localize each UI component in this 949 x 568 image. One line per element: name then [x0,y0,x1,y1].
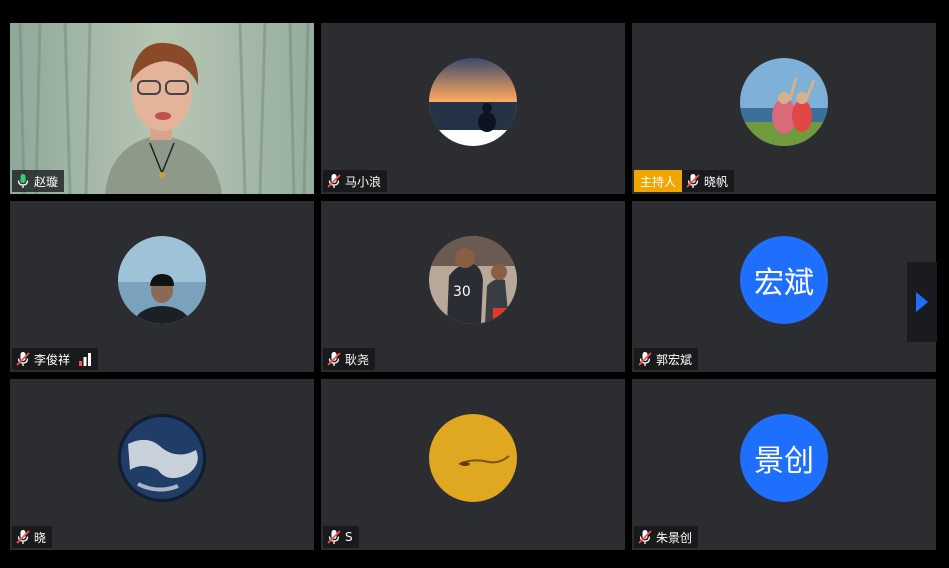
participant-name: 晓帆 [704,174,729,189]
avatar [118,236,206,324]
name-tag: 晓帆 [682,170,735,192]
name-bar: 赵璇 [12,170,65,192]
participant-tile-3[interactable]: 主持人 晓帆 [632,23,936,194]
svg-text:30: 30 [453,284,471,300]
avatar [429,58,517,146]
basketball-photo: 30 [429,236,517,324]
avatar [118,414,206,502]
microphone-muted-icon[interactable] [16,351,30,367]
name-tag: S [323,526,359,548]
name-tag: 郭宏斌 [634,348,699,370]
microphone-icon[interactable] [16,173,30,189]
microphone-muted-icon[interactable] [327,173,341,189]
name-tag: 李俊祥 [12,348,99,370]
participant-tile-8[interactable]: S [321,379,625,550]
name-bar: 晓 [12,526,53,548]
participant-tile-6[interactable]: 宏斌 郭宏斌 [632,201,936,372]
participant-tile-9[interactable]: 景创 朱景创 [632,379,936,550]
name-tag: 朱景创 [634,526,699,548]
microphone-muted-icon[interactable] [327,351,341,367]
microphone-muted-icon[interactable] [686,173,700,189]
earth-photo [118,414,206,502]
chevron-right-icon [916,292,928,312]
microphone-muted-icon[interactable] [638,351,652,367]
avatar: 30 [429,236,517,324]
name-tag: 赵璇 [12,170,65,192]
participant-tile-7[interactable]: 晓 [10,379,314,550]
participant-name: 赵璇 [34,174,59,189]
name-tag: 晓 [12,526,53,548]
sea-back-photo [118,236,206,324]
name-bar: 朱景创 [634,526,699,548]
participant-tile-4[interactable]: 李俊祥 [10,201,314,372]
participant-name: 晓 [34,530,47,545]
avatar-initials: 景创 [740,414,828,502]
name-bar: 耿尧 [323,348,376,370]
participant-tile-5[interactable]: 30 耿尧 [321,201,625,372]
name-bar: 马小浪 [323,170,388,192]
name-tag: 耿尧 [323,348,376,370]
name-bar: 主持人 晓帆 [634,170,735,192]
participant-name: 郭宏斌 [656,352,693,367]
host-badge: 主持人 [634,170,683,192]
participant-tile-1[interactable]: 赵璇 [10,23,314,194]
video-grid: 赵璇 马小浪 主持人 晓帆 李俊祥 30 耿尧 宏斌 郭宏斌 晓 S 景创 朱景… [0,0,949,568]
yellow-sand-photo [429,414,517,502]
participant-name: 耿尧 [345,352,370,367]
participant-name: 朱景创 [656,530,693,545]
name-bar: 李俊祥 [12,348,99,370]
signal-strength-icon [79,353,92,366]
sunset-sea-photo [429,58,517,146]
name-bar: 郭宏斌 [634,348,699,370]
avatar [429,414,517,502]
beach-couple-photo [740,58,828,146]
participant-name: S [345,530,353,544]
participant-tile-2[interactable]: 马小浪 [321,23,625,194]
name-bar: S [323,526,359,548]
microphone-muted-icon[interactable] [638,529,652,545]
participant-name: 李俊祥 [34,352,71,367]
avatar-initials: 宏斌 [740,236,828,324]
avatar [740,58,828,146]
microphone-muted-icon[interactable] [16,529,30,545]
participant-name: 马小浪 [345,174,382,189]
next-page-button[interactable] [907,262,937,342]
video-feed [10,23,314,194]
microphone-muted-icon[interactable] [327,529,341,545]
name-tag: 马小浪 [323,170,388,192]
